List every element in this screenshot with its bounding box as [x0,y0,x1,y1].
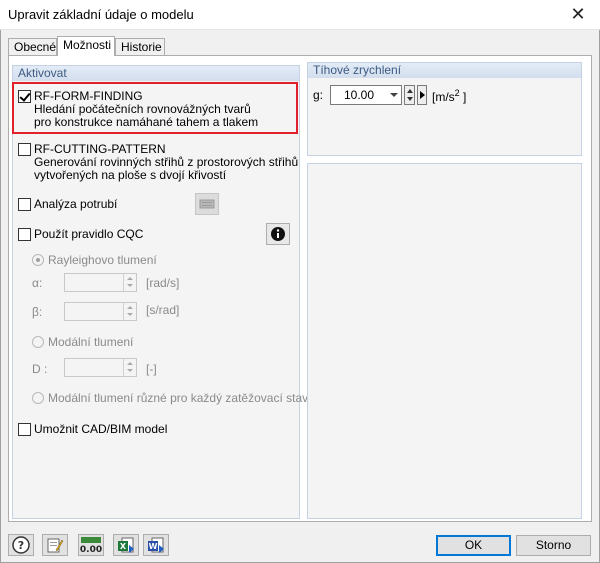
cqc-checkbox[interactable] [18,228,31,241]
beta-spinner[interactable] [64,302,137,321]
tab-historie[interactable]: Historie [115,38,165,55]
units-icon[interactable]: 0.00 [78,534,104,556]
modal-per-load-label: Modální tlumení různé pro každý zatěžova… [48,391,309,405]
gravity-unit: [m/s2 ] [432,88,467,104]
modal-radio[interactable] [32,336,44,348]
gravity-group-header: Tíhové zrychlení [308,63,581,78]
excel-export-icon[interactable]: X [113,534,139,556]
modal-per-load-radio[interactable] [32,392,44,404]
pipe-settings-icon [195,193,219,215]
gravity-combo[interactable]: 10.00 [330,85,402,105]
units-icon-text: 0.00 [80,545,102,554]
cancel-button[interactable]: Storno [516,535,591,556]
pipe-analysis-checkbox[interactable] [18,198,31,211]
d-symbol: D : [32,362,48,376]
cutting-pattern-label[interactable]: RF-CUTTING-PATTERN [34,142,166,156]
alpha-unit: [rad/s] [146,276,180,290]
beta-spinner-arrows[interactable] [123,303,136,320]
cqc-label[interactable]: Použít pravidlo CQC [34,227,143,241]
cad-bim-checkbox[interactable] [18,423,31,436]
modal-label: Modální tlumení [48,335,134,349]
rayleigh-label: Rayleighovo tlumení [48,253,157,267]
svg-text:X: X [120,542,127,551]
cad-bim-label[interactable]: Umožnit CAD/BIM model [34,422,167,436]
chevron-down-icon[interactable] [390,93,398,97]
beta-unit: [s/rad] [146,303,180,317]
gravity-label: g: [313,88,324,102]
ok-button[interactable]: OK [436,535,511,556]
svg-text:?: ? [18,539,24,552]
beta-symbol: β: [32,305,43,319]
right-empty-panel [307,163,582,519]
tab-moznosti[interactable]: Možnosti [57,36,115,56]
d-spinner[interactable] [64,358,137,377]
play-arrow-icon[interactable] [417,85,427,105]
cutting-pattern-desc-2: vytvořených na ploše s dvojí křivostí [34,168,227,182]
window-title: Upravit základní údaje o modelu [8,7,194,22]
gravity-group: Tíhové zrychlení [307,62,582,156]
tab-obecne[interactable]: Obecné [8,38,57,55]
svg-text:W: W [149,542,158,551]
close-icon[interactable]: ✕ [556,0,600,29]
rayleigh-radio[interactable] [32,254,44,266]
cutting-pattern-checkbox[interactable] [18,143,31,156]
alpha-spinner-arrows[interactable] [123,274,136,291]
import-icon[interactable]: W [143,534,169,556]
title-bar: Upravit základní údaje o modelu ✕ [0,0,600,30]
alpha-spinner[interactable] [64,273,137,292]
edit-icon[interactable] [42,534,68,556]
help-icon[interactable]: ? [8,534,34,556]
gravity-value: 10.00 [343,88,375,102]
info-icon[interactable] [266,223,290,245]
form-finding-highlight-frame [12,82,298,134]
alpha-symbol: α: [32,276,43,290]
cutting-pattern-desc-1: Generování rovinných střihů z prostorový… [34,155,299,169]
gravity-spinner[interactable] [404,85,415,105]
activate-group-header: Aktivovat [13,66,299,81]
pipe-analysis-label[interactable]: Analýza potrubí [34,197,117,211]
d-unit: [-] [146,362,157,376]
d-spinner-arrows[interactable] [123,359,136,376]
